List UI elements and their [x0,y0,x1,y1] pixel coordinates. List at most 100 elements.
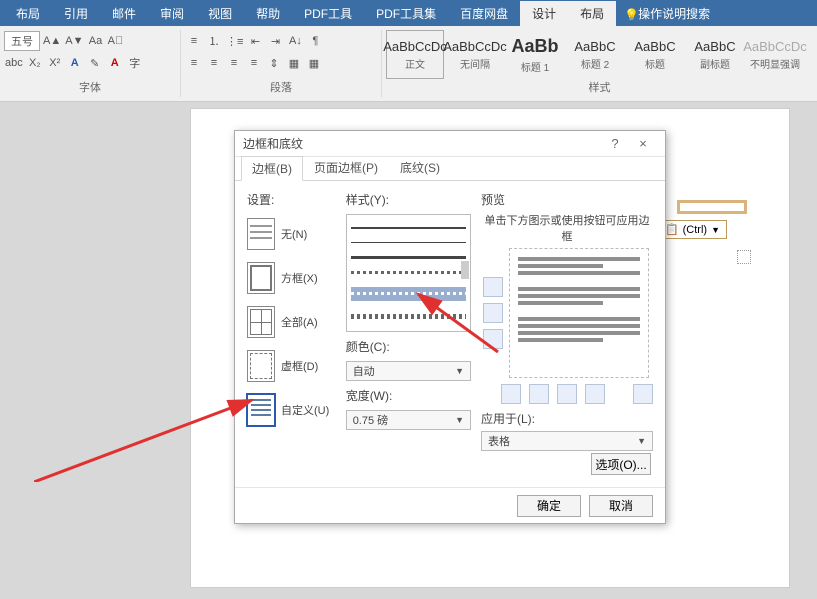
sort-icon[interactable]: A↓ [286,32,304,50]
border-vmiddle-button[interactable] [557,384,577,404]
border-right-button[interactable] [585,384,605,404]
border-diag-up-button[interactable] [633,384,653,404]
list-item[interactable] [351,256,466,259]
highlight-icon[interactable]: ✎ [86,54,104,72]
border-top-button[interactable] [483,277,503,297]
pinyin-guide-icon[interactable]: 字 [126,54,144,72]
font-color-icon[interactable]: A [106,54,124,72]
tab-layout1[interactable]: 布局 [4,1,52,26]
align-left-icon[interactable]: ≡ [185,54,203,72]
dialog-tab-borders[interactable]: 边框(B) [241,156,303,181]
setting-box[interactable]: 方框(X) [247,260,336,296]
line-style-listbox[interactable] [346,214,471,332]
style-title[interactable]: AaBbC标题 [626,30,684,79]
ribbon-tabs: 布局 引用 邮件 审阅 视图 帮助 PDF工具 PDF工具集 百度网盘 设计 布… [0,0,817,26]
list-item[interactable] [351,314,466,319]
cancel-button[interactable]: 取消 [589,495,653,517]
setting-custom[interactable]: 自定义(U) [247,392,336,428]
tab-mailings[interactable]: 邮件 [100,1,148,26]
ok-button[interactable]: 确定 [517,495,581,517]
chevron-down-icon: ▼ [455,366,464,376]
tab-design[interactable]: 设计 [520,1,568,26]
text-effects-icon[interactable]: A [66,54,84,72]
paste-options-smarttag[interactable]: 📋 (Ctrl) ▼ [658,220,727,239]
dialog-titlebar[interactable]: 边框和底纹 ? × [235,131,665,157]
list-item[interactable] [351,271,466,274]
options-button[interactable]: 选项(O)... [591,453,651,475]
tab-review[interactable]: 审阅 [148,1,196,26]
font-group-label: 字体 [4,79,176,97]
tab-view[interactable]: 视图 [196,1,244,26]
style-nospacing[interactable]: AaBbCcDc无间隔 [446,30,504,79]
tab-help[interactable]: 帮助 [244,1,292,26]
dialog-tab-pageborder[interactable]: 页面边框(P) [303,155,389,180]
align-center-icon[interactable]: ≡ [205,54,223,72]
borders-dropdown-icon[interactable]: ▦ [305,54,323,72]
font-group: 五号 A▲ A▼ Aa A⃠ abc X₂ X² A ✎ A 字 字体 [0,26,180,101]
style-normal[interactable]: AaBbCcDc正文 [386,30,444,79]
border-left-button[interactable] [529,384,549,404]
scrollbar-thumb[interactable] [461,261,469,279]
tab-pdftools[interactable]: PDF工具 [292,1,364,26]
tab-references[interactable]: 引用 [52,1,100,26]
dialog-tabstrip: 边框(B) 页面边框(P) 底纹(S) [235,157,665,181]
setting-all[interactable]: 全部(A) [247,304,336,340]
tab-pdftoolset[interactable]: PDF工具集 [364,1,448,26]
color-combo[interactable]: 自动▼ [346,361,471,381]
apply-to-label: 应用于(L): [481,410,653,427]
width-combo[interactable]: 0.75 磅▼ [346,410,471,430]
grow-font-icon[interactable]: A▲ [42,32,62,50]
selected-table-outline [677,200,747,214]
styles-group-label: 样式 [386,79,813,97]
dialog-tab-shading[interactable]: 底纹(S) [389,155,451,180]
style-subtitle[interactable]: AaBbC副标题 [686,30,744,79]
paragraph-group: ≡ ⒈ ⋮≡ ⇤ ⇥ A↓ ¶ ≡ ≡ ≡ ≡ ⇕ ▦ ▦ 段落 [181,26,381,101]
paste-icon: 📋 [665,223,679,236]
increase-indent-icon[interactable]: ⇥ [266,32,284,50]
multilevel-icon[interactable]: ⋮≡ [225,32,244,50]
subscript-icon[interactable]: X₂ [26,54,44,72]
font-size-combo[interactable]: 五号 [4,31,40,51]
show-marks-icon[interactable]: ¶ [306,32,324,50]
setting-grid[interactable]: 虚框(D) [247,348,336,384]
setting-column: 设置: 无(N) 方框(X) 全部(A) 虚框(D) 自定义(U [247,191,336,477]
chevron-down-icon: ▼ [637,436,646,446]
apply-to-combo[interactable]: 表格▼ [481,431,653,451]
border-hmiddle-button[interactable] [483,303,503,323]
line-spacing-icon[interactable]: ⇕ [265,54,283,72]
dialog-help-button[interactable]: ? [601,136,629,151]
list-item[interactable] [351,242,466,243]
list-item-selected[interactable] [351,287,466,301]
numbering-icon[interactable]: ⒈ [205,32,223,50]
justify-icon[interactable]: ≡ [245,54,263,72]
ribbon-groups: 五号 A▲ A▼ Aa A⃠ abc X₂ X² A ✎ A 字 字体 ≡ ⒈ … [0,26,817,102]
align-right-icon[interactable]: ≡ [225,54,243,72]
style-heading1[interactable]: AaBb标题 1 [506,30,564,79]
style-subtle[interactable]: AaBbCcDc不明显强调 [746,30,804,79]
tab-layout2[interactable]: 布局 [568,1,616,26]
preview-column: 预览 单击下方图示或使用按钮可应用边框 [481,191,653,477]
styles-group: AaBbCcDc正文 AaBbCcDc无间隔 AaBb标题 1 AaBbC标题 … [382,26,817,101]
list-item[interactable] [351,227,466,229]
style-heading2[interactable]: AaBbC标题 2 [566,30,624,79]
width-label: 宽度(W): [346,387,471,404]
setting-none[interactable]: 无(N) [247,216,336,252]
bullets-icon[interactable]: ≡ [185,32,203,50]
border-diag-down-button[interactable] [501,384,521,404]
style-column: 样式(Y): 颜色(C): 自动▼ 宽度(W): 0.75 磅▼ [346,191,471,477]
preview-diagram[interactable] [509,248,649,378]
dialog-close-button[interactable]: × [629,136,657,151]
shrink-font-icon[interactable]: A▼ [64,32,84,50]
setting-label: 设置: [247,191,336,208]
clear-format-icon[interactable]: A⃠ [106,32,124,50]
superscript-icon[interactable]: X² [46,54,64,72]
border-bottom-button[interactable] [483,329,503,349]
strikethrough-icon[interactable]: abc [4,54,24,72]
decrease-indent-icon[interactable]: ⇤ [246,32,264,50]
anchor-marker [737,250,751,264]
change-case-icon[interactable]: Aa [86,32,104,50]
tab-baidu[interactable]: 百度网盘 [448,1,520,26]
tell-me-search[interactable]: 💡 操作说明搜索 [624,5,710,22]
shading-icon[interactable]: ▦ [285,54,303,72]
preview-label: 预览 [481,191,653,208]
